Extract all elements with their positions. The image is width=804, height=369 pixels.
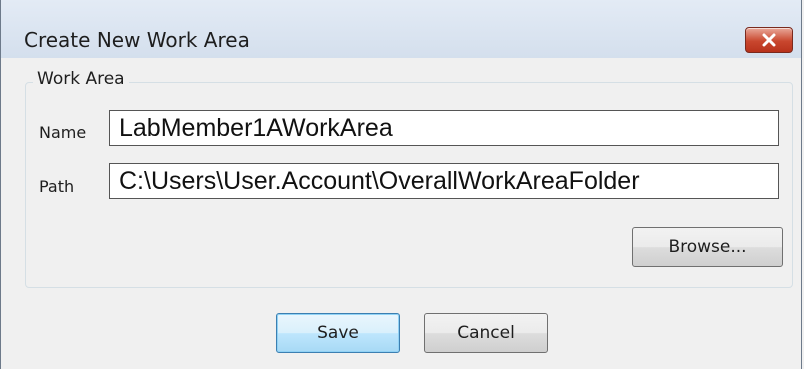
path-input[interactable] [109, 163, 779, 199]
window-title: Create New Work Area [24, 28, 250, 52]
work-area-group-label: Work Area [33, 69, 129, 89]
dialog-window: Create New Work Area Work Area Name Path… [0, 0, 802, 369]
close-button[interactable] [745, 27, 793, 53]
title-bar[interactable]: Create New Work Area [1, 0, 801, 58]
save-button[interactable]: Save [276, 313, 400, 353]
close-icon [762, 33, 776, 47]
cancel-button[interactable]: Cancel [424, 313, 548, 353]
browse-button[interactable]: Browse... [632, 227, 783, 267]
name-label: Name [39, 123, 87, 142]
path-label: Path [39, 177, 75, 196]
name-input[interactable] [109, 110, 779, 146]
dialog-body: Work Area Name Path Browse... Save Cance… [11, 58, 793, 369]
